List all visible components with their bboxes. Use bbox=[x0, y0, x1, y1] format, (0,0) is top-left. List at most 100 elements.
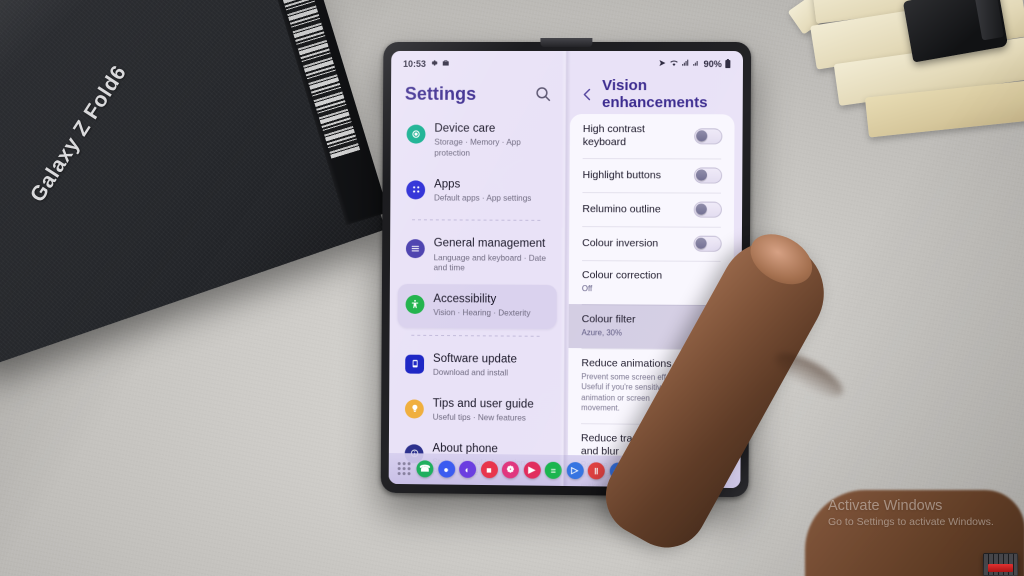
chat-icon[interactable]: ⋯ bbox=[609, 462, 627, 480]
phone-screen: 10:53 90% Settings Device care Storage ·… bbox=[388, 50, 744, 489]
phone-icon[interactable]: ☎ bbox=[416, 460, 434, 478]
settings-split-view: Settings Device care Storage · Memory · A… bbox=[389, 74, 743, 489]
detail-title: Vision enhancements bbox=[601, 77, 708, 112]
toggle-knob bbox=[695, 203, 707, 215]
sidebar-item-label: General management bbox=[433, 237, 546, 251]
setting-row-reduce-animations[interactable]: Reduce animations Prevent some screen eff… bbox=[568, 348, 733, 425]
windows-activation-watermark: Activate Windows Go to Settings to activ… bbox=[828, 498, 994, 530]
sidebar-item-label: Accessibility bbox=[433, 293, 497, 306]
sidebar-divider bbox=[411, 334, 543, 337]
setting-row-highlight-buttons[interactable]: Highlight buttons bbox=[569, 158, 734, 193]
watermark-title: Activate Windows bbox=[828, 498, 943, 514]
battery-percentage: 90% bbox=[703, 59, 722, 70]
setting-row-text: Colour correction Off bbox=[582, 269, 662, 295]
status-bar: 10:53 90% bbox=[391, 51, 743, 74]
setting-row-label: Colour correction bbox=[581, 269, 663, 282]
general-management-icon bbox=[405, 239, 425, 259]
setting-row-label: Highlight buttons bbox=[582, 168, 662, 182]
sidebar-item-subtitle: Download and install bbox=[432, 367, 509, 378]
sidebar-item-general-management[interactable]: General management Language and keyboard … bbox=[398, 229, 557, 284]
setting-row-label: Colour inversion bbox=[582, 236, 659, 250]
sidebar-item-text: Apps Default apps · App settings bbox=[434, 178, 532, 204]
sidebar-item-label: Device care bbox=[434, 122, 496, 135]
wifi-icon bbox=[669, 59, 678, 69]
settings-sidebar: Settings Device care Storage · Memory · A… bbox=[389, 74, 567, 488]
toggle-switch[interactable] bbox=[692, 378, 721, 395]
toggle-switch[interactable] bbox=[693, 235, 722, 253]
setting-row-value: Off bbox=[581, 284, 593, 294]
setting-row-text: Highlight buttons bbox=[583, 169, 661, 182]
setting-row-text: Reduce animations Prevent some screen eff… bbox=[581, 357, 685, 415]
setting-row-text: Colour inversion bbox=[582, 237, 658, 251]
setting-row-colour-filter[interactable]: Colour filter Azure, 30% bbox=[568, 303, 734, 349]
dock-app-list: ☎ ● ◐ ■ ❁ ▶ ≡ ▷ ‖ ⋯ bbox=[416, 460, 627, 480]
apps-grid-icon[interactable] bbox=[397, 462, 411, 476]
scene-root: Galaxy Z Fold6 10:53 90% Settings Device… bbox=[0, 0, 1024, 576]
setting-row-value: Azure, 30% bbox=[581, 328, 622, 338]
gear-icon bbox=[430, 59, 438, 69]
battery-icon bbox=[725, 58, 731, 70]
internet-icon[interactable]: ◐ bbox=[459, 460, 477, 478]
settings-row-card: High contrast keyboard Highlight buttons R… bbox=[567, 114, 735, 489]
setting-row-high-contrast-keyboard[interactable]: High contrast keyboard bbox=[570, 114, 735, 159]
home-circle-icon[interactable] bbox=[682, 465, 696, 479]
taskbar: ☎ ● ◐ ■ ❁ ▶ ≡ ▷ ‖ ⋯ ||| ‹ bbox=[388, 453, 741, 489]
setting-row-relumino-outline[interactable]: Relumino outline bbox=[569, 192, 734, 227]
sidebar-item-text: Software update Download and install bbox=[433, 353, 517, 380]
signal-icon-2 bbox=[693, 59, 701, 69]
finger-tip bbox=[741, 224, 821, 295]
tips-icon bbox=[404, 399, 424, 419]
back-button[interactable]: ‹ bbox=[718, 465, 722, 479]
status-bar-left: 10:53 bbox=[403, 59, 450, 69]
search-icon[interactable] bbox=[534, 85, 552, 103]
apps-icon bbox=[406, 179, 426, 199]
sidebar-item-device-care[interactable]: Device care Storage · Memory · App protec… bbox=[399, 114, 558, 169]
youtube-icon[interactable]: ▶ bbox=[523, 461, 541, 479]
setting-row-label: High contrast keyboard bbox=[582, 123, 645, 149]
toggle-knob bbox=[695, 237, 707, 250]
setting-row-description: Prevent some screen effects. Useful if y… bbox=[581, 371, 683, 413]
gallery-icon[interactable]: ❁ bbox=[501, 461, 519, 479]
sidebar-item-apps[interactable]: Apps Default apps · App settings bbox=[398, 169, 557, 213]
notes-icon[interactable]: ■ bbox=[480, 461, 498, 479]
sidebar-item-label: Software update bbox=[432, 352, 518, 366]
status-time: 10:53 bbox=[403, 58, 426, 69]
device-care-icon bbox=[406, 124, 426, 144]
setting-row-colour-correction[interactable]: Colour correction Off bbox=[569, 260, 734, 305]
sidebar-item-subtitle: Language and keyboard · Date and time bbox=[433, 252, 547, 273]
galaxy-z-fold6-retail-box: Galaxy Z Fold6 bbox=[0, 0, 389, 370]
music-icon[interactable]: ‖ bbox=[587, 462, 605, 480]
sidebar-item-subtitle: Default apps · App settings bbox=[433, 193, 532, 203]
toggle-knob bbox=[695, 169, 708, 181]
setting-row-text: High contrast keyboard bbox=[583, 123, 686, 150]
spotify-icon[interactable]: ≡ bbox=[544, 461, 562, 479]
toggle-switch[interactable] bbox=[693, 167, 723, 184]
setting-row-text: Relumino outline bbox=[582, 203, 660, 216]
play-store-icon[interactable]: ▷ bbox=[566, 462, 584, 480]
sidebar-item-subtitle: Storage · Memory · App protection bbox=[434, 137, 521, 158]
sidebar-item-tips-and-user-guide[interactable]: Tips and user guide Useful tips · New fea… bbox=[397, 388, 556, 433]
sidebar-header: Settings bbox=[391, 74, 566, 114]
sidebar-item-text: Accessibility Vision · Hearing · Dexterit… bbox=[433, 293, 530, 320]
sidebar-item-text: General management Language and keyboard … bbox=[434, 238, 550, 275]
toggle-knob bbox=[694, 380, 706, 392]
sidebar-item-accessibility[interactable]: Accessibility Vision · Hearing · Dexterit… bbox=[397, 283, 557, 329]
messages-icon[interactable]: ● bbox=[437, 460, 455, 478]
keyboard-logo-badge bbox=[983, 553, 1018, 576]
software-update-icon bbox=[405, 354, 425, 374]
toggle-switch[interactable] bbox=[694, 128, 723, 145]
detail-header: Vision enhancements bbox=[566, 74, 743, 114]
signal-icon bbox=[681, 59, 689, 69]
sidebar-item-software-update[interactable]: Software update Download and install bbox=[397, 343, 556, 388]
sidebar-item-label: Tips and user guide bbox=[432, 397, 534, 411]
briefcase-icon bbox=[442, 59, 450, 69]
accessibility-icon bbox=[405, 294, 425, 314]
finger-knuckle-shadow bbox=[769, 345, 849, 405]
back-chevron-icon[interactable] bbox=[580, 87, 595, 102]
sidebar-item-subtitle: Useful tips · New features bbox=[432, 412, 526, 423]
setting-row-colour-inversion[interactable]: Colour inversion bbox=[569, 226, 734, 261]
status-bar-right: 90% bbox=[658, 58, 731, 70]
sidebar-divider bbox=[412, 219, 544, 222]
toggle-switch[interactable] bbox=[693, 201, 722, 218]
recents-button[interactable]: ||| bbox=[645, 464, 659, 478]
